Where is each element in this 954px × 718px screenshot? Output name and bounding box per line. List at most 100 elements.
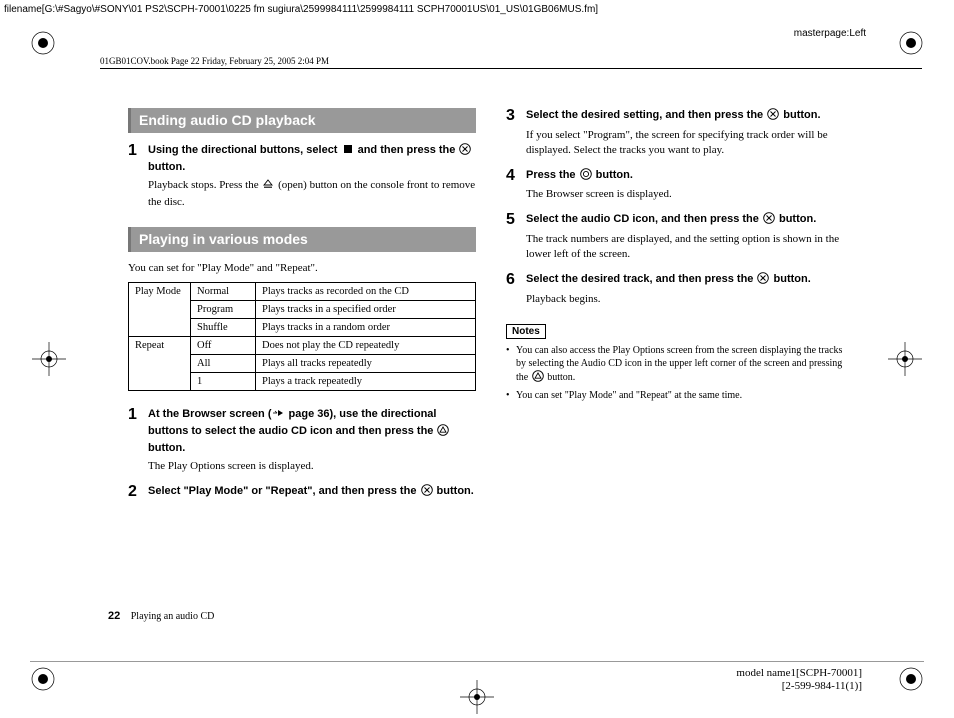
step-item: 4 Press the button. The Browser screen i… [506,168,854,203]
registration-mark-icon [898,666,924,692]
cell: Off [191,337,256,355]
page-ref-icon [272,407,284,424]
note-text: You can also access the Play Options scr… [516,344,854,386]
triangle-button-icon [532,370,544,386]
text: Select the audio CD icon, and then press… [526,213,762,225]
x-button-icon [459,143,471,160]
cell: All [191,355,256,373]
step-detail: The track numbers are displayed, and the… [526,232,854,262]
step-item: 1 Using the directional buttons, select … [128,143,476,209]
step-number: 4 [506,168,520,203]
step-lead: Using the directional buttons, select an… [148,143,476,175]
text: button. [545,372,576,383]
bullet-icon: • [506,344,512,386]
step-detail: The Play Options screen is displayed. [148,459,476,474]
crop-mark-icon [888,342,922,376]
footer-section: Playing an audio CD [131,611,215,622]
left-column: Ending audio CD playback 1 Using the dir… [128,108,476,618]
text: Select the desired track, and then press… [526,273,756,285]
cell: Plays a track repeatedly [256,373,476,391]
note-text: You can set "Play Mode" and "Repeat" at … [516,389,742,402]
text: Using the directional buttons, select [148,144,341,156]
cell: Normal [191,283,256,301]
step-lead: Select the audio CD icon, and then press… [526,212,854,229]
footer-rule [30,661,924,662]
cell: Shuffle [191,319,256,337]
cell: Plays tracks in a random order [256,319,476,337]
step-lead: Select the desired setting, and then pre… [526,108,854,125]
registration-mark-icon [898,30,924,56]
cell: Play Mode [129,283,191,337]
registration-mark-icon [30,30,56,56]
header-rule [100,68,922,69]
options-table: Play ModeNormalPlays tracks as recorded … [128,282,476,391]
x-button-icon [421,484,433,501]
page-body: Ending audio CD playback 1 Using the dir… [128,108,854,618]
cell: Plays tracks as recorded on the CD [256,283,476,301]
source-filepath: filename[G:\#Sagyo\#SONY\01 PS2\SCPH-700… [4,4,598,15]
text: button. [434,485,474,497]
step-detail: If you select "Program", the screen for … [526,128,854,158]
cell: Plays tracks in a specified order [256,301,476,319]
step-detail: The Browser screen is displayed. [526,187,854,202]
text: model name1[SCPH-70001] [736,667,862,681]
step-item: 2 Select "Play Mode" or "Repeat", and th… [128,484,476,501]
step-number: 5 [506,212,520,262]
step-number: 1 [128,407,142,473]
text: Select the desired setting, and then pre… [526,109,766,121]
text: Press the [526,169,579,181]
crop-mark-icon [460,680,494,714]
text: At the Browser screen ( [148,408,271,420]
step-lead: Press the button. [526,168,854,185]
section-heading: Ending audio CD playback [128,108,476,133]
notes-heading: Notes [506,324,546,339]
cell: Plays all tracks repeatedly [256,355,476,373]
table-row: RepeatOffDoes not play the CD repeatedly [129,337,476,355]
eject-icon [262,178,274,195]
text: button. [593,169,633,181]
cell: Does not play the CD repeatedly [256,337,476,355]
step-number: 1 [128,143,142,209]
step-item: 1 At the Browser screen ( page 36), use … [128,407,476,473]
step-item: 5 Select the audio CD icon, and then pre… [506,212,854,262]
page-number: 22 [108,610,120,622]
bullet-icon: • [506,389,512,402]
text: button. [770,273,810,285]
masterpage-label: masterpage:Left [794,28,866,39]
section-heading: Playing in various modes [128,227,476,252]
table-row: Play ModeNormalPlays tracks as recorded … [129,283,476,301]
step-detail: Playback begins. [526,292,854,307]
text: [2-599-984-11(1)] [736,680,862,694]
cell: Program [191,301,256,319]
x-button-icon [757,272,769,289]
stop-icon [342,143,354,160]
note-item: • You can set "Play Mode" and "Repeat" a… [506,389,854,402]
cell: 1 [191,373,256,391]
intro-text: You can set for "Play Mode" and "Repeat"… [128,262,476,274]
step-number: 2 [128,484,142,501]
step-item: 3 Select the desired setting, and then p… [506,108,854,158]
text: Playback stops. Press the [148,179,261,191]
right-column: 3 Select the desired setting, and then p… [506,108,854,618]
text: button. [148,442,185,454]
cell: Repeat [129,337,191,391]
x-button-icon [767,108,779,125]
book-page-stamp: 01GB01COV.book Page 22 Friday, February … [100,56,329,66]
step-item: 6 Select the desired track, and then pre… [506,272,854,307]
circle-button-icon [580,168,592,185]
step-detail: Playback stops. Press the (open) button … [148,178,476,210]
model-stamp: model name1[SCPH-70001] [2-599-984-11(1)… [736,667,862,695]
page-footer: 22 Playing an audio CD [108,610,214,622]
note-item: • You can also access the Play Options s… [506,344,854,386]
registration-mark-icon [30,666,56,692]
step-lead: Select "Play Mode" or "Repeat", and then… [148,484,476,501]
text: and then press the [355,144,459,156]
triangle-button-icon [437,424,449,441]
text: button. [780,109,820,121]
text: button. [148,161,185,173]
crop-mark-icon [32,342,66,376]
x-button-icon [763,212,775,229]
text: button. [776,213,816,225]
text: Select "Play Mode" or "Repeat", and then… [148,485,420,497]
step-lead: Select the desired track, and then press… [526,272,854,289]
